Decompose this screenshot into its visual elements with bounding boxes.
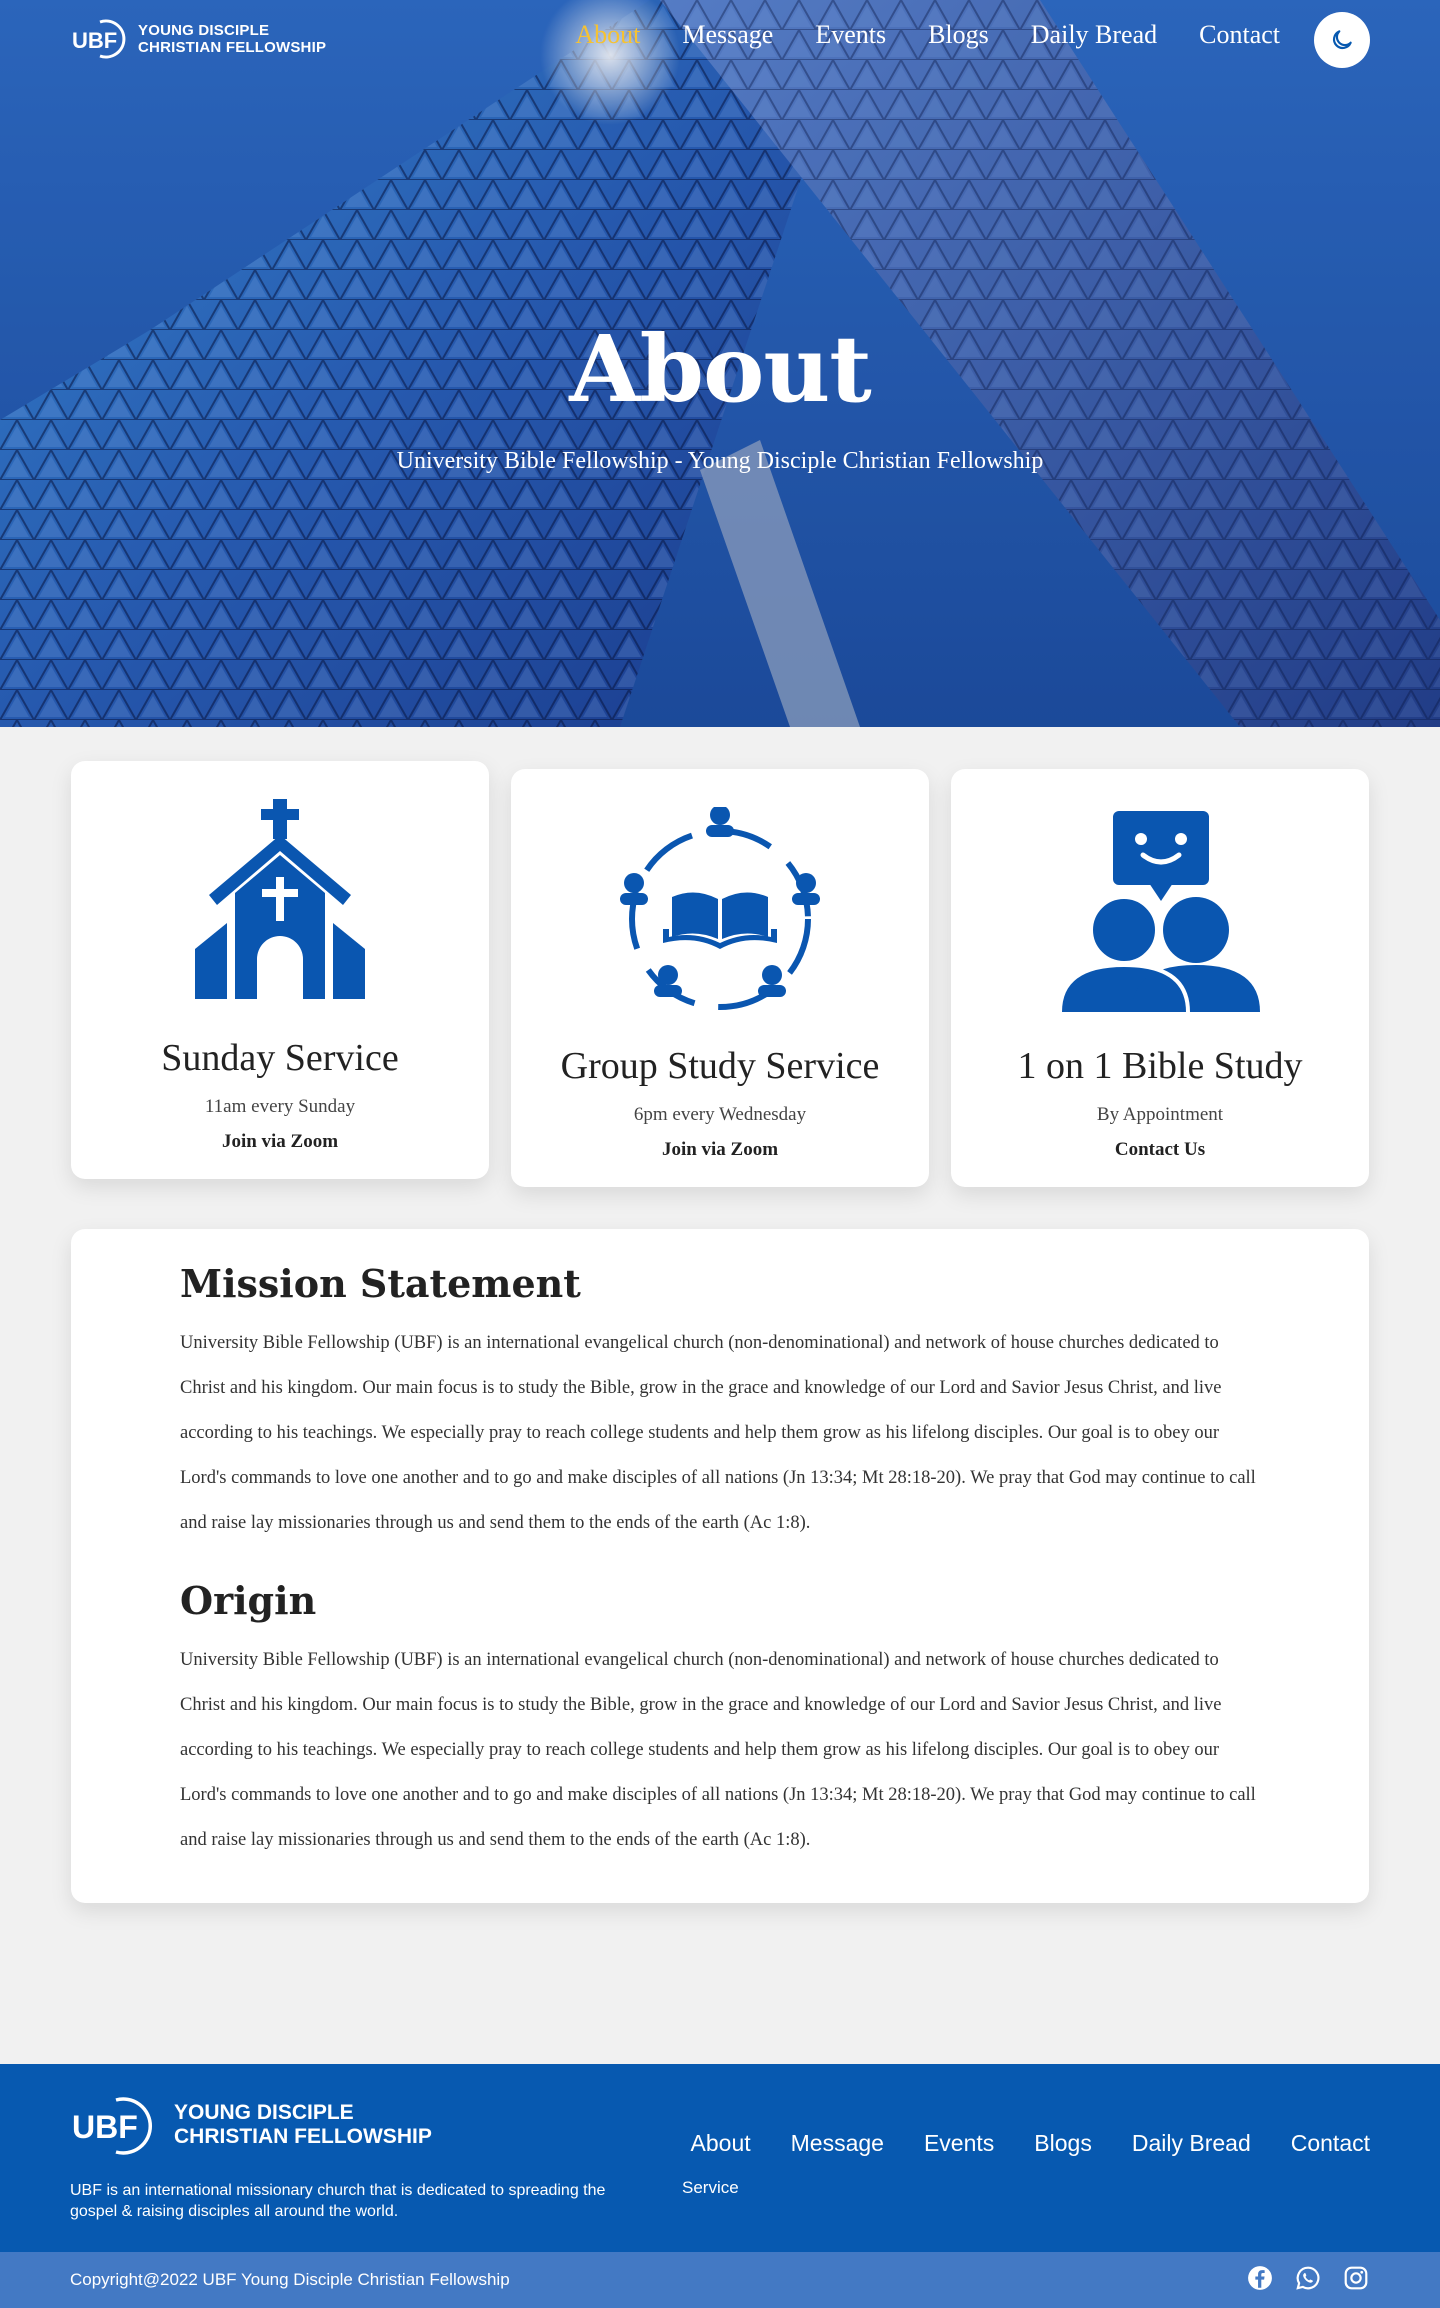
social-links <box>1246 2264 1370 2292</box>
footer-brand-line-1: YOUNG DISCIPLE <box>174 2101 354 2124</box>
join-zoom-link[interactable]: Join via Zoom <box>71 1131 489 1153</box>
origin-heading: Origin <box>180 1578 317 1623</box>
footer-brand-name: YOUNG DISCIPLE CHRISTIAN FELLOWSHIP <box>174 2101 432 2149</box>
top-navigation: UBF YOUNG DISCIPLE CHRISTIAN FELLOWSHIP … <box>0 0 1440 80</box>
copyright-text: Copyright@2022 UBF Young Disciple Christ… <box>70 2270 510 2289</box>
logo-text: UBF <box>72 28 117 53</box>
origin-text: University Bible Fellowship (UBF) is an … <box>180 1650 1256 1850</box>
footer-link-events[interactable]: Events <box>924 2130 994 2157</box>
instagram-icon <box>1344 2266 1368 2290</box>
brand-line-2: CHRISTIAN FELLOWSHIP <box>138 39 327 56</box>
church-icon <box>195 799 365 999</box>
hero-banner: UBF YOUNG DISCIPLE CHRISTIAN FELLOWSHIP … <box>0 0 1440 727</box>
service-card-group-study: Group Study Service 6pm every Wednesday … <box>511 769 929 1187</box>
logo-text: UBF <box>72 2109 138 2145</box>
nav-link-daily-bread[interactable]: Daily Bread <box>1031 20 1157 50</box>
footer-link-about[interactable]: About <box>691 2130 751 2157</box>
nav-link-message[interactable]: Message <box>682 20 773 50</box>
footer-brand-link[interactable]: UBF YOUNG DISCIPLE CHRISTIAN FELLOWSHIP <box>70 2094 432 2156</box>
service-title: Group Study Service <box>560 1045 880 1087</box>
contact-us-link[interactable]: Contact Us <box>951 1139 1369 1161</box>
join-zoom-link[interactable]: Join via Zoom <box>511 1139 929 1161</box>
facebook-icon <box>1248 2266 1272 2290</box>
instagram-link[interactable] <box>1342 2264 1370 2292</box>
brand-line-1: YOUNG DISCIPLE <box>138 22 270 39</box>
nav-link-contact[interactable]: Contact <box>1199 20 1280 50</box>
footer-link-blogs[interactable]: Blogs <box>1034 2130 1092 2157</box>
one-on-one-icon <box>1058 811 1260 1013</box>
page-subtitle: University Bible Fellowship - Young Disc… <box>396 448 1044 474</box>
footer-link-message[interactable]: Message <box>791 2130 884 2157</box>
mission-statement-text: University Bible Fellowship (UBF) is an … <box>180 1333 1256 1533</box>
theme-toggle-button[interactable] <box>1314 12 1370 68</box>
ubf-logo-icon: UBF <box>72 2097 152 2155</box>
footer-link-daily-bread[interactable]: Daily Bread <box>1132 2130 1251 2157</box>
service-time: 6pm every Wednesday <box>633 1104 807 1125</box>
page-title: About <box>569 315 871 423</box>
service-card-bible-study: 1 on 1 Bible Study By Appointment Contac… <box>951 769 1369 1187</box>
whatsapp-link[interactable] <box>1294 2264 1322 2292</box>
footer-nav: About Message Events Blogs Daily Bread C… <box>691 2130 1370 2157</box>
site-footer: UBF YOUNG DISCIPLE CHRISTIAN FELLOWSHIP … <box>0 2064 1440 2252</box>
service-title: 1 on 1 Bible Study <box>1017 1045 1303 1087</box>
facebook-link[interactable] <box>1246 2264 1274 2292</box>
brand-logo-link[interactable]: UBF YOUNG DISCIPLE CHRISTIAN FELLOWSHIP <box>70 18 326 60</box>
about-content-panel: Mission Statement University Bible Fello… <box>71 1229 1369 1903</box>
nav-links: About Message Events Blogs Daily Bread C… <box>575 20 1280 50</box>
service-title: Sunday Service <box>161 1037 399 1079</box>
whatsapp-icon <box>1296 2266 1320 2290</box>
nav-link-about[interactable]: About <box>575 20 640 50</box>
service-time: 11am every Sunday <box>204 1096 356 1117</box>
ubf-logo-icon: UBF <box>72 19 126 59</box>
moon-icon <box>1332 30 1352 50</box>
footer-link-service[interactable]: Service <box>682 2178 739 2198</box>
service-time: By Appointment <box>1096 1104 1224 1125</box>
service-card-sunday: Sunday Service 11am every Sunday Join vi… <box>71 761 489 1179</box>
footer-brand-line-2: CHRISTIAN FELLOWSHIP <box>174 2125 432 2148</box>
footer-tagline: UBF is an international missionary churc… <box>70 2182 606 2220</box>
nav-link-blogs[interactable]: Blogs <box>928 20 989 50</box>
group-study-icon <box>620 807 820 1010</box>
copyright-bar: Copyright@2022 UBF Young Disciple Christ… <box>0 2252 1440 2308</box>
mission-statement-heading: Mission Statement <box>180 1261 581 1306</box>
brand-name: YOUNG DISCIPLE CHRISTIAN FELLOWSHIP <box>138 22 326 56</box>
footer-link-contact[interactable]: Contact <box>1291 2130 1370 2157</box>
nav-link-events[interactable]: Events <box>815 20 886 50</box>
